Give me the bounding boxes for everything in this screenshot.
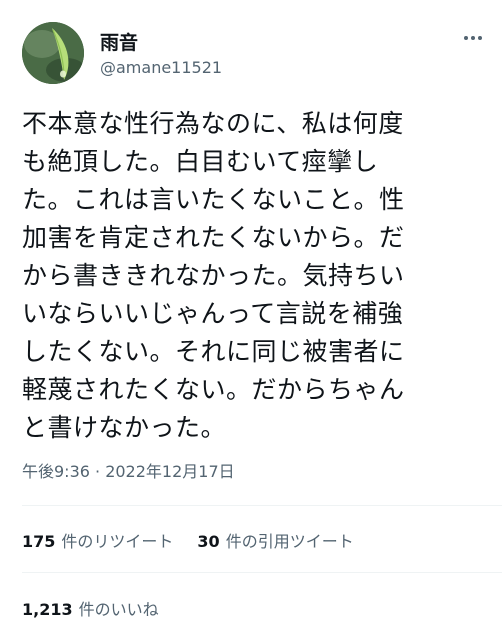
more-dot <box>471 36 475 40</box>
display-name[interactable]: 雨音 <box>100 28 138 55</box>
more-icon[interactable] <box>464 36 482 40</box>
tweet-line: いならいいじゃんって言説を補強 <box>22 299 404 328</box>
tweet-line: したくない。それに同じ被害者に <box>22 337 405 366</box>
tweet-line: から書ききれなかった。気持ちい <box>22 261 405 290</box>
tweet-line: 不本意な性行為なのに、私は何度 <box>22 109 404 138</box>
tweet-line: 加害を肯定されたくないから。だ <box>22 223 405 252</box>
quotes-count: 30 <box>197 532 220 551</box>
more-dot <box>478 36 482 40</box>
retweets-stat[interactable]: 175 件のリツイート <box>22 528 173 552</box>
more-dot <box>464 36 468 40</box>
divider <box>22 572 502 573</box>
avatar[interactable] <box>22 22 84 84</box>
leaf-icon <box>22 22 84 84</box>
tweet-line: 軽蔑されたくない。だからちゃん <box>22 375 405 404</box>
quotes-stat[interactable]: 30 件の引用ツイート <box>197 528 353 552</box>
likes-count: 1,213 <box>22 600 73 619</box>
likes-label: 件のいいね <box>78 600 159 619</box>
retweet-quote-stats: 175 件のリツイート 30 件の引用ツイート <box>22 528 354 552</box>
likes-stats: 1,213 件のいいね <box>22 596 159 620</box>
likes-stat[interactable]: 1,213 件のいいね <box>22 596 159 620</box>
user-handle[interactable]: @amane11521 <box>100 58 222 77</box>
tweet-text: 不本意な性行為なのに、私は何度 も絶頂した。白目むいて痙攣し た。これは言いたく… <box>22 105 484 447</box>
tweet-line: た。これは言いたくないこと。性 <box>22 185 405 214</box>
tweet-timestamp[interactable]: 午後9:36 · 2022年12月17日 <box>22 458 235 482</box>
tweet-line: も絶頂した。白目むいて痙攣し <box>22 147 379 176</box>
retweets-label: 件のリツイート <box>61 532 174 551</box>
divider <box>22 505 502 506</box>
retweets-count: 175 <box>22 532 56 551</box>
quotes-label: 件の引用ツイート <box>225 532 354 551</box>
tweet-line: と書けなかった。 <box>22 413 227 442</box>
